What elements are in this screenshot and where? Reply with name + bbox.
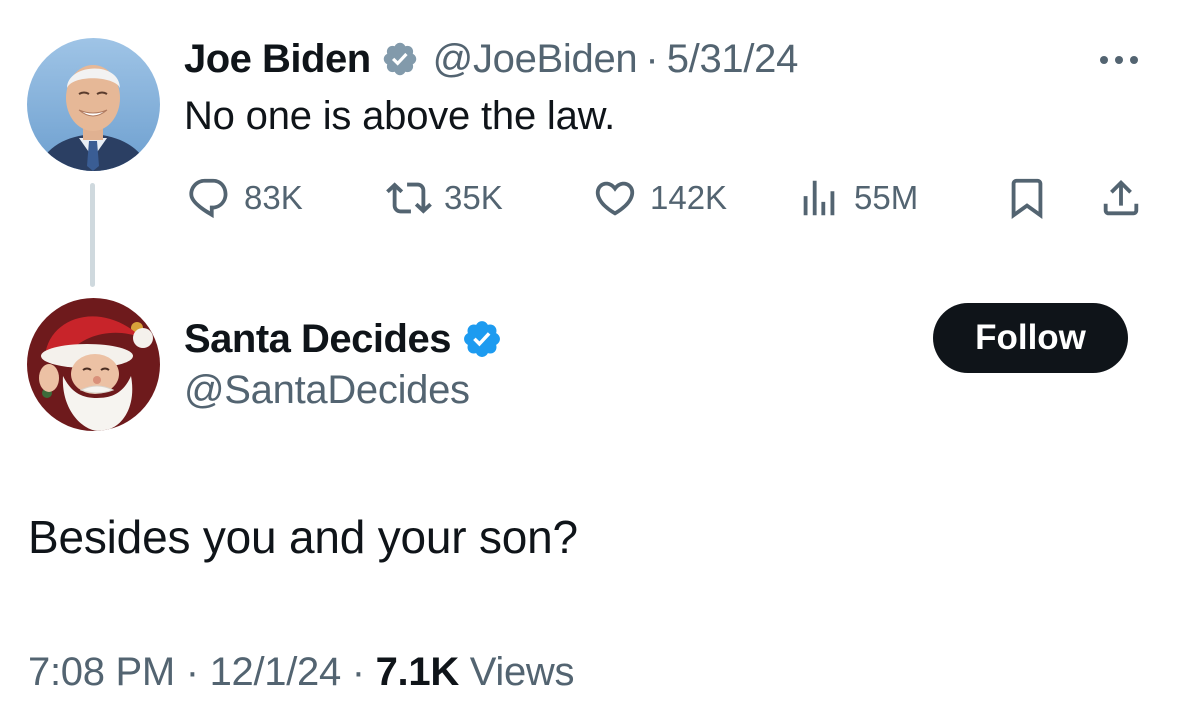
tweet-date[interactable]: 5/31/24 (667, 37, 799, 82)
views-label: Views (469, 650, 575, 694)
share-button[interactable] (1098, 170, 1144, 226)
author-handle[interactable]: @SantaDecides (184, 368, 470, 413)
gov-checkmark-icon[interactable] (381, 40, 419, 78)
bookmark-icon (1011, 178, 1043, 219)
follow-button[interactable]: Follow (933, 303, 1128, 373)
blue-checkmark-icon[interactable] (461, 318, 503, 360)
reply-button[interactable]: 83K (186, 170, 303, 226)
thread-connector-line (90, 183, 95, 287)
avatar-joe-biden[interactable] (27, 38, 160, 171)
author-handle[interactable]: @JoeBiden (433, 37, 638, 82)
tweet-action-bar: 83K 35K 142K 55M (184, 170, 1150, 226)
reply-count: 83K (244, 179, 303, 216)
separator-dot: · (185, 650, 199, 694)
tweet-date[interactable]: 12/1/24 (210, 650, 342, 694)
more-options-icon[interactable] (1100, 48, 1150, 72)
repost-icon (386, 182, 432, 214)
separator-dot: · (645, 36, 659, 81)
share-icon (1103, 179, 1139, 216)
repost-count: 35K (444, 179, 503, 216)
separator-dot: · (351, 650, 365, 694)
tweet-text: No one is above the law. (184, 94, 616, 138)
heart-icon (595, 181, 635, 216)
analytics-icon (803, 180, 835, 216)
avatar-santa-decides[interactable] (27, 298, 160, 431)
repost-button[interactable]: 35K (386, 170, 503, 226)
author-name[interactable]: Santa Decides (184, 317, 451, 362)
tweet-time[interactable]: 7:08 PM (28, 650, 175, 694)
reply-tweet-header: Santa Decides (184, 314, 503, 364)
bookmark-button[interactable] (1004, 170, 1050, 226)
views-count: 55M (854, 179, 919, 216)
like-count: 142K (650, 179, 728, 216)
tweet-metadata: 7:08 PM · 12/1/24 · 7.1K Views (28, 650, 575, 695)
author-name[interactable]: Joe Biden (184, 37, 371, 82)
reply-icon (189, 178, 228, 219)
parent-tweet-header: Joe Biden @JoeBiden · 5/31/24 (184, 34, 798, 84)
views-count: 7.1K (375, 650, 460, 694)
like-button[interactable]: 142K (592, 170, 727, 226)
tweet-text: Besides you and your son? (28, 511, 578, 563)
views-button[interactable]: 55M (796, 170, 918, 226)
